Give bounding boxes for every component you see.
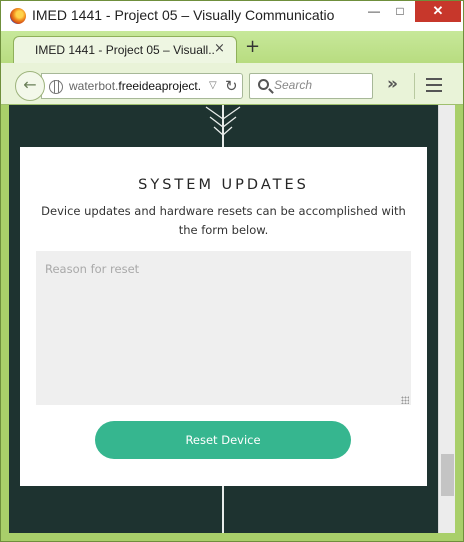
page-viewport: SYSTEM UPDATES Device updates and hardwa… xyxy=(9,105,438,533)
scrollbar-thumb[interactable] xyxy=(441,454,454,496)
reset-device-button[interactable]: Reset Device xyxy=(95,421,351,459)
reload-icon[interactable]: ↻ xyxy=(225,77,238,95)
reason-input[interactable] xyxy=(36,251,411,405)
globe-icon xyxy=(49,80,63,94)
minimize-button[interactable]: — xyxy=(361,1,387,22)
url-text[interactable]: waterbot.freeideaproject. xyxy=(69,79,204,93)
title-bar: IMED 1441 - Project 05 – Visually Commun… xyxy=(1,1,463,31)
tab-close-icon[interactable]: × xyxy=(214,41,225,56)
section-description: Device updates and hardware resets can b… xyxy=(41,204,406,237)
search-box[interactable] xyxy=(249,73,373,99)
system-updates-card: SYSTEM UPDATES Device updates and hardwa… xyxy=(20,147,427,486)
toolbar-divider xyxy=(414,73,415,99)
back-button[interactable]: ← xyxy=(15,71,45,101)
tab-title: IMED 1441 - Project 05 – Visuall... xyxy=(35,43,215,57)
search-input[interactable] xyxy=(274,78,368,92)
divider-line-bottom xyxy=(222,486,224,533)
address-bar[interactable]: waterbot.freeideaproject. ▽ ↻ xyxy=(41,73,243,99)
url-prefix: waterbot. xyxy=(69,79,119,93)
page-scrollbar[interactable] xyxy=(438,105,455,533)
overflow-chevron-icon[interactable]: » xyxy=(387,74,398,94)
firefox-icon xyxy=(10,8,26,24)
hamburger-menu-icon[interactable] xyxy=(426,78,442,92)
navigation-bar: waterbot.freeideaproject. ▽ ↻ ← » xyxy=(1,63,463,105)
section-title: SYSTEM UPDATES xyxy=(138,177,309,193)
resize-grip-icon[interactable] xyxy=(401,396,409,404)
chevron-arrows-icon xyxy=(205,106,241,136)
maximize-button[interactable]: □ xyxy=(387,1,413,22)
url-dropdown-icon[interactable]: ▽ xyxy=(209,80,217,91)
tab-strip: IMED 1441 - Project 05 – Visuall... × + xyxy=(1,31,463,64)
new-tab-button[interactable]: + xyxy=(245,38,260,56)
close-window-button[interactable]: ✕ xyxy=(415,1,461,22)
window-title: IMED 1441 - Project 05 – Visually Commun… xyxy=(32,7,335,23)
search-icon xyxy=(258,79,269,90)
tab-active[interactable]: IMED 1441 - Project 05 – Visuall... × xyxy=(13,36,237,64)
url-host: freeideaproject. xyxy=(118,79,202,93)
